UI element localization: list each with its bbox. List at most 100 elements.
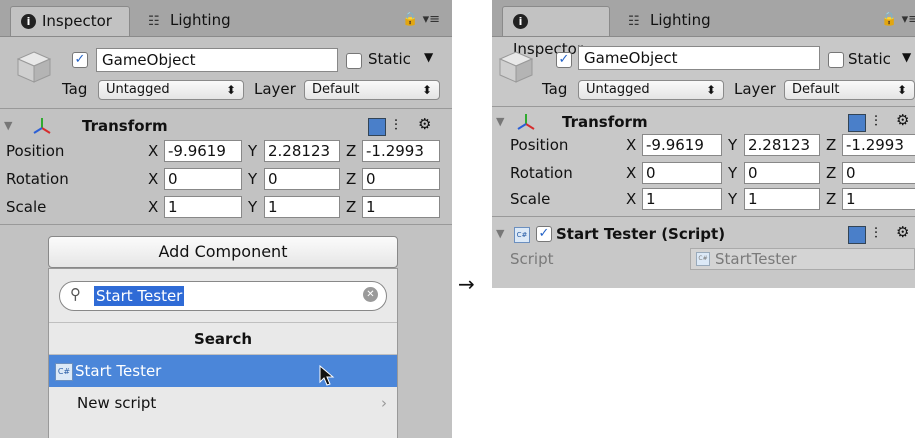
x-axis-label: X bbox=[148, 170, 159, 188]
gameobject-name-field[interactable]: GameObject bbox=[96, 48, 338, 72]
rotation-z-field[interactable]: 0 bbox=[362, 168, 440, 190]
tag-label: Tag bbox=[542, 80, 568, 98]
result-label: Start Tester bbox=[75, 362, 162, 380]
script-enabled-checkbox[interactable]: ✓ bbox=[536, 226, 552, 242]
layer-dropdown[interactable]: Default ⬍ bbox=[304, 80, 440, 100]
tag-label: Tag bbox=[62, 80, 88, 98]
y-axis-label: Y bbox=[728, 190, 738, 208]
static-checkbox[interactable] bbox=[828, 52, 844, 68]
script-reference-field[interactable]: C# StartTester bbox=[690, 248, 915, 270]
y-axis-label: Y bbox=[728, 164, 738, 182]
y-axis-label: Y bbox=[248, 198, 258, 216]
result-start-tester[interactable]: C# Start Tester bbox=[49, 355, 397, 387]
scale-y-field[interactable]: 1 bbox=[744, 188, 820, 210]
dropdown-caret-icon: ⬍ bbox=[896, 83, 907, 97]
scale-x-field[interactable]: 1 bbox=[642, 188, 722, 210]
script-component-title: Start Tester (Script) bbox=[556, 225, 726, 243]
rotation-y-field[interactable]: 0 bbox=[264, 168, 340, 190]
rotation-y-field[interactable]: 0 bbox=[744, 162, 820, 184]
inspector-panel-before: i Inspector ☷ Lighting 🔒 ▾≡ ✓ GameObject S… bbox=[0, 0, 452, 438]
lock-menu-icon[interactable]: 🔒 ▾≡ bbox=[402, 12, 440, 27]
position-x-field[interactable]: -9.9619 bbox=[642, 134, 722, 156]
scale-z-field[interactable]: 1 bbox=[362, 196, 440, 218]
divider bbox=[492, 216, 915, 217]
tag-dropdown[interactable]: Untagged ⬍ bbox=[578, 80, 724, 100]
tab-inspector[interactable]: iInspector bbox=[502, 6, 610, 58]
position-z-field[interactable]: -1.2993 bbox=[362, 140, 440, 162]
gear-icon[interactable]: ⚙ bbox=[418, 115, 431, 133]
dropdown-caret-icon: ⬍ bbox=[225, 83, 236, 97]
foldout-triangle-icon[interactable]: ▼ bbox=[496, 115, 504, 128]
divider bbox=[49, 322, 397, 323]
foldout-triangle-icon[interactable]: ▼ bbox=[4, 119, 12, 132]
tag-dropdown[interactable]: Untagged ⬍ bbox=[98, 80, 244, 100]
position-x-field[interactable]: -9.9619 bbox=[164, 140, 242, 162]
scale-z-field[interactable]: 1 bbox=[842, 188, 915, 210]
help-book-icon[interactable] bbox=[368, 118, 386, 136]
scale-x-field[interactable]: 1 bbox=[164, 196, 242, 218]
preset-sliders-icon[interactable]: ⫶ bbox=[394, 116, 398, 134]
gameobject-cube-icon bbox=[16, 51, 52, 83]
rotation-x-field[interactable]: 0 bbox=[642, 162, 722, 184]
position-z-field[interactable]: -1.2993 bbox=[842, 134, 915, 156]
position-y-field[interactable]: 2.28123 bbox=[264, 140, 340, 162]
preset-sliders-icon[interactable]: ⫶ bbox=[874, 224, 878, 242]
lighting-icon: ☷ bbox=[628, 14, 640, 29]
rotation-z-field[interactable]: 0 bbox=[842, 162, 915, 184]
z-axis-label: Z bbox=[826, 190, 837, 208]
z-axis-label: Z bbox=[346, 198, 357, 216]
chevron-right-icon: › bbox=[381, 394, 387, 412]
lock-menu-icon[interactable]: 🔒 ▾≡ bbox=[881, 12, 915, 27]
help-book-icon[interactable] bbox=[848, 114, 866, 132]
scale-y-field[interactable]: 1 bbox=[264, 196, 340, 218]
tab-lighting[interactable]: ☷ Lighting bbox=[138, 6, 258, 36]
transform-title: Transform bbox=[82, 117, 168, 135]
transform-axis-icon bbox=[517, 114, 535, 130]
info-icon: i bbox=[513, 14, 528, 29]
foldout-triangle-icon[interactable]: ▼ bbox=[496, 227, 504, 240]
position-y-field[interactable]: 2.28123 bbox=[744, 134, 820, 156]
lighting-icon: ☷ bbox=[148, 14, 160, 29]
transform-header[interactable]: ▼ Transform ⫶ ⚙ bbox=[0, 114, 452, 140]
add-component-popup: ⚲ Start Tester ✕ Search C# Start Tester … bbox=[48, 268, 398, 438]
preset-sliders-icon[interactable]: ⫶ bbox=[874, 112, 878, 130]
gameobject-name-field[interactable]: GameObject bbox=[578, 46, 820, 70]
static-checkbox[interactable] bbox=[346, 53, 362, 69]
position-label: Position bbox=[510, 136, 569, 154]
csharp-script-icon: C# bbox=[55, 363, 73, 381]
scale-label: Scale bbox=[510, 190, 551, 208]
y-axis-label: Y bbox=[248, 142, 258, 160]
z-axis-label: Z bbox=[826, 164, 837, 182]
tab-lighting[interactable]: ☷ Lighting bbox=[618, 6, 738, 36]
y-axis-label: Y bbox=[728, 136, 738, 154]
x-axis-label: X bbox=[148, 142, 159, 160]
clear-search-icon[interactable]: ✕ bbox=[363, 287, 378, 302]
active-checkbox[interactable]: ✓ bbox=[556, 52, 572, 68]
static-dropdown-icon[interactable]: ▼ bbox=[424, 50, 433, 64]
divider bbox=[0, 224, 452, 225]
info-icon: i bbox=[21, 14, 36, 29]
rotation-x-field[interactable]: 0 bbox=[164, 168, 242, 190]
static-dropdown-icon[interactable]: ▼ bbox=[902, 50, 911, 64]
position-label: Position bbox=[6, 142, 65, 160]
z-axis-label: Z bbox=[346, 170, 357, 188]
add-component-button[interactable]: Add Component bbox=[48, 236, 398, 268]
layer-label: Layer bbox=[734, 80, 776, 98]
tab-inspector[interactable]: iInspector bbox=[10, 6, 130, 36]
transform-title: Transform bbox=[562, 113, 648, 131]
active-checkbox[interactable]: ✓ bbox=[72, 52, 88, 68]
rotation-label: Rotation bbox=[6, 170, 69, 188]
transform-header[interactable]: ▼ Transform ⫶ ⚙ bbox=[492, 110, 915, 136]
gear-icon[interactable]: ⚙ bbox=[896, 111, 909, 129]
component-search-input[interactable]: ⚲ Start Tester ✕ bbox=[59, 281, 387, 311]
tab-bar: iInspector ☷Lighting 🔒 ▾≡ bbox=[492, 0, 915, 58]
result-new-script[interactable]: New script › bbox=[49, 387, 397, 419]
gear-icon[interactable]: ⚙ bbox=[896, 223, 909, 241]
x-axis-label: X bbox=[148, 198, 159, 216]
help-book-icon[interactable] bbox=[848, 226, 866, 244]
z-axis-label: Z bbox=[826, 136, 837, 154]
layer-dropdown[interactable]: Default ⬍ bbox=[784, 80, 915, 100]
script-component-header[interactable]: ▼ C# ✓ Start Tester (Script) ⫶ ⚙ bbox=[492, 222, 915, 248]
search-icon: ⚲ bbox=[70, 285, 81, 303]
transition-arrow: → bbox=[458, 272, 475, 296]
